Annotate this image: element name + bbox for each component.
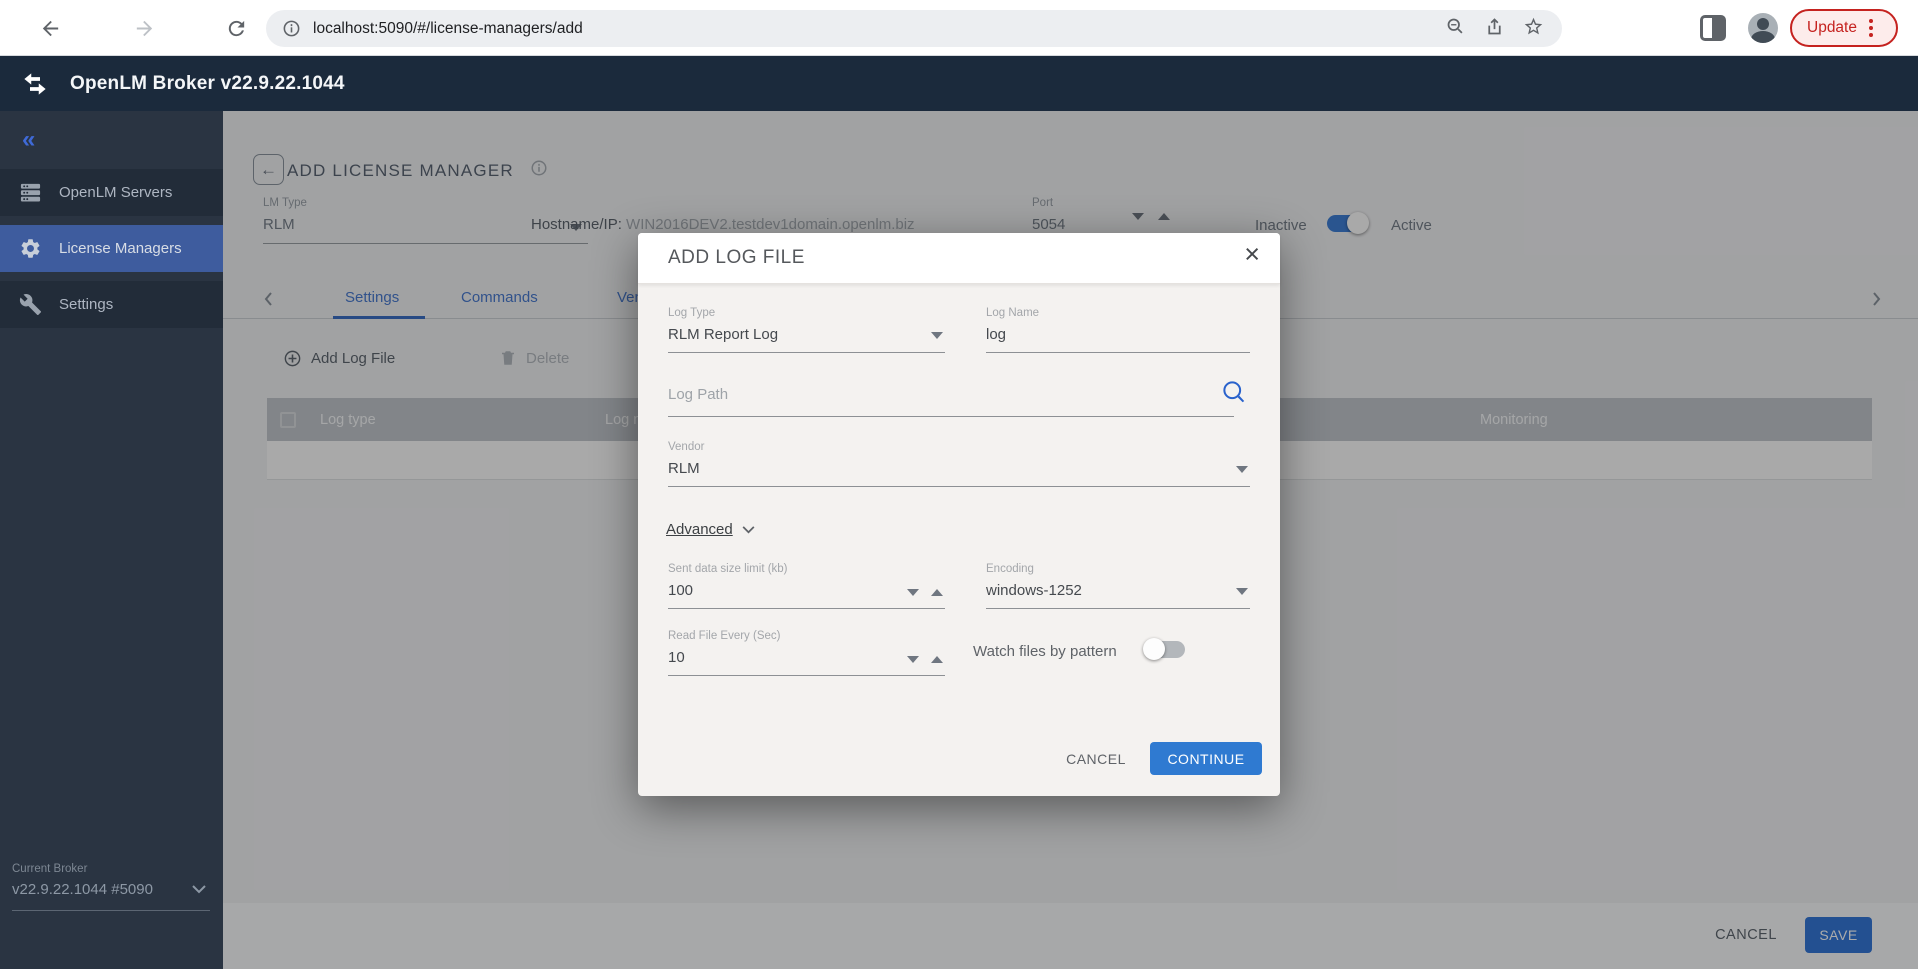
bookmark-star-icon[interactable] [1523, 16, 1544, 42]
current-broker-select[interactable]: Current Broker v22.9.22.1044 #5090 [12, 863, 210, 911]
url-text[interactable]: localhost:5090/#/license-managers/add [313, 20, 1445, 38]
dropdown-caret-icon[interactable] [1236, 466, 1248, 473]
address-bar[interactable]: localhost:5090/#/license-managers/add [266, 10, 1562, 47]
search-icon[interactable] [1221, 379, 1248, 406]
log-type-select[interactable]: Log Type RLM Report Log [668, 307, 945, 353]
read-file-every-field[interactable]: Read File Every (Sec) [668, 630, 945, 676]
browser-toolbar: localhost:5090/#/license-managers/add Up… [0, 0, 1918, 56]
dialog-title: ADD LOG FILE [668, 247, 805, 269]
share-icon[interactable] [1484, 16, 1505, 42]
encoding-label: Encoding [986, 563, 1250, 575]
stepper-up-icon[interactable] [931, 589, 943, 596]
dialog-cancel-button[interactable]: CANCEL [1050, 741, 1142, 776]
advanced-toggle-link[interactable]: Advanced [666, 521, 755, 538]
current-broker-label: Current Broker [12, 863, 210, 875]
stepper-down-icon[interactable] [907, 589, 919, 596]
chevron-down-icon [742, 526, 755, 534]
watch-files-toggle[interactable] [1145, 641, 1185, 658]
log-name-field[interactable]: Log Name [986, 307, 1250, 353]
stepper-up-icon[interactable] [931, 656, 943, 663]
encoding-select[interactable]: Encoding windows-1252 [986, 563, 1250, 609]
log-path-field[interactable] [668, 379, 1234, 417]
profile-avatar[interactable] [1748, 13, 1778, 43]
close-icon[interactable]: × [1244, 241, 1260, 268]
sent-data-limit-input[interactable] [668, 582, 945, 599]
gear-icon [19, 237, 42, 260]
browser-forward-icon[interactable] [130, 14, 158, 42]
log-name-label: Log Name [986, 307, 1250, 319]
add-log-file-dialog: ADD LOG FILE × Log Type RLM Report Log L… [638, 233, 1280, 796]
dropdown-caret-icon[interactable] [1236, 588, 1248, 595]
dialog-continue-button[interactable]: CONTINUE [1150, 742, 1262, 775]
sidebar-item-settings[interactable]: Settings [0, 281, 223, 328]
browser-menu-icon[interactable] [1869, 19, 1873, 37]
tools-icon [19, 293, 42, 316]
vendor-label: Vendor [668, 441, 1250, 453]
watch-files-label: Watch files by pattern [973, 643, 1117, 660]
log-type-label: Log Type [668, 307, 945, 319]
chevron-down-icon [192, 885, 206, 894]
browser-update-button[interactable]: Update [1790, 9, 1898, 47]
log-name-input[interactable] [986, 326, 1250, 343]
dropdown-caret-icon[interactable] [931, 332, 943, 339]
browser-reload-icon[interactable] [222, 14, 250, 42]
sent-data-limit-field[interactable]: Sent data size limit (kb) [668, 563, 945, 609]
log-path-input[interactable] [668, 381, 1234, 407]
sidebar-collapse-icon[interactable]: « [22, 128, 35, 152]
openlm-logo-icon [20, 69, 50, 99]
vendor-select[interactable]: Vendor RLM [668, 441, 1250, 487]
read-file-every-label: Read File Every (Sec) [668, 630, 945, 642]
encoding-value: windows-1252 [986, 582, 1250, 599]
advanced-label: Advanced [666, 521, 733, 538]
current-broker-value: v22.9.22.1044 #5090 [12, 881, 210, 898]
screen: localhost:5090/#/license-managers/add Up… [0, 0, 1918, 969]
servers-icon [19, 181, 42, 204]
sidebar-item-label: OpenLM Servers [59, 184, 172, 201]
log-type-value: RLM Report Log [668, 326, 945, 343]
dialog-titlebar: ADD LOG FILE × [638, 233, 1280, 284]
sidebar-item-label: License Managers [59, 240, 182, 257]
sidebar-item-label: Settings [59, 296, 113, 313]
sidebar-item-openlm-servers[interactable]: OpenLM Servers [0, 169, 223, 216]
app-header: OpenLM Broker v22.9.22.1044 [0, 56, 1918, 111]
vendor-value: RLM [668, 460, 1250, 477]
read-file-every-input[interactable] [668, 649, 945, 666]
browser-back-icon[interactable] [36, 14, 64, 42]
zoom-out-icon[interactable] [1445, 16, 1466, 42]
stepper-down-icon[interactable] [907, 656, 919, 663]
sent-data-limit-label: Sent data size limit (kb) [668, 563, 945, 575]
update-label: Update [1807, 19, 1857, 37]
sidebar-item-license-managers[interactable]: License Managers [0, 225, 223, 272]
side-panel-icon[interactable] [1700, 15, 1726, 41]
sidebar: « OpenLM Servers License Managers Sett [0, 111, 223, 969]
site-info-icon[interactable] [282, 19, 301, 38]
app-title: OpenLM Broker v22.9.22.1044 [70, 73, 345, 95]
